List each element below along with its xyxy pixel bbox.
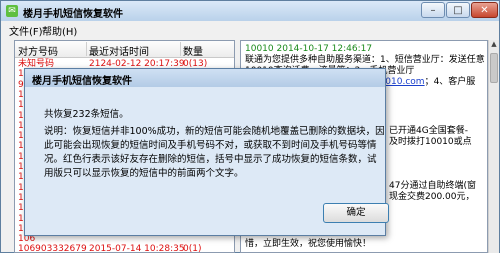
dialog-text-line: 况。红色行表示该好友存在删除的短信，括号中显示了成功恢复的短信条数，试 — [44, 154, 377, 165]
message-line: 联通为您提供多种自助服务渠道：1、短信营业厅：发送任意 — [245, 55, 485, 65]
info-dialog: 楼月手机短信恢复软件 共恢复232条短信。 说明：恢复短信并非100%成功，新的… — [24, 68, 389, 236]
row-time: 2015-07-14 10:28:35 — [89, 244, 185, 253]
scroll-thumb[interactable] — [490, 53, 498, 83]
row-number: 106903332679 — [18, 244, 87, 253]
message-line: 惜，立即生效，祝您使用愉快！ — [245, 239, 372, 249]
maximize-button[interactable]: □ — [446, 2, 470, 18]
row-count: 0(1) — [183, 244, 202, 253]
message-header: 10010 2014-10-17 12:46:17 — [245, 44, 373, 54]
app-icon: ✉ — [6, 5, 18, 17]
dialog-summary: 共恢复232条短信。 — [44, 109, 129, 120]
message-line: 及时拨打10010或点 — [389, 137, 472, 147]
ok-button[interactable]: 确定 — [323, 203, 389, 223]
dialog-text-line: 此可能会出现恢复的短信时间及手机号码不对，或获取不到时间及手机号码等情 — [44, 140, 377, 151]
list-row[interactable]: 106903332679 2015-07-14 10:28:35 0(1) — [15, 244, 234, 253]
menu-bar: 文件(F) 帮助(H) — [1, 21, 499, 38]
message-line: 现金交费200.00元， — [389, 192, 475, 202]
menu-help[interactable]: 帮助(H) — [42, 23, 77, 38]
minimize-button[interactable]: – — [421, 2, 445, 18]
scroll-up-icon[interactable]: ▲ — [489, 40, 499, 51]
message-line: 47分通过自助终端(窗 — [389, 181, 476, 191]
dialog-title: 楼月手机短信恢复软件 — [32, 76, 132, 87]
menu-file[interactable]: 文件(F) — [9, 23, 43, 38]
list-header: 对方号码 最近对话时间 数量 — [15, 41, 234, 58]
dialog-text-line: 用版只可以显示恢复的短信中的前面两个文字。 — [44, 168, 244, 179]
message-line: 已开通4G全国套餐- — [389, 126, 468, 136]
dialog-text-line: 说明：恢复短信并非100%成功，新的短信可能会随机地覆盖已删除的数据块，因 — [44, 126, 385, 137]
close-button[interactable]: ✕ — [471, 2, 498, 18]
window-title: 楼月手机短信恢复软件 — [23, 9, 123, 20]
title-bar: ✉ 楼月手机短信恢复软件 – □ ✕ — [1, 1, 499, 21]
column-header-number[interactable]: 对方号码 — [18, 43, 58, 58]
column-header-time[interactable]: 最近对话时间 — [89, 43, 149, 58]
message-scrollbar[interactable]: ▲ — [488, 40, 499, 253]
column-header-count[interactable]: 数量 — [183, 43, 203, 58]
dialog-title-bar: 楼月手机短信恢复软件 — [25, 69, 385, 87]
